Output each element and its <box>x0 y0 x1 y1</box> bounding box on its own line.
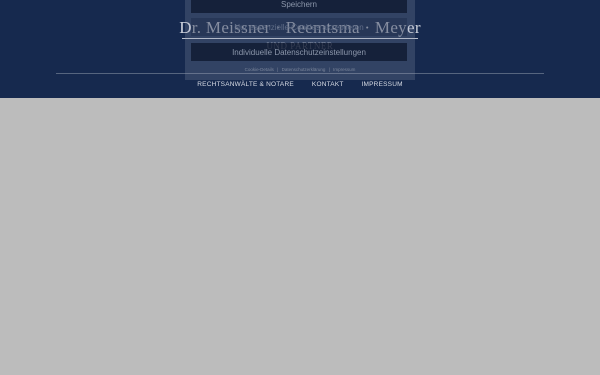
save-button[interactable]: Speichern <box>191 0 407 13</box>
nav-item-impressum[interactable]: IMPRESSUM <box>362 81 403 88</box>
nav-item-rechtsanwaelte-notare[interactable]: RECHTSANWÄLTE & NOTARE <box>197 81 294 88</box>
consent-links: Cookie-Details | Datenschutzerklärung | … <box>185 67 415 72</box>
main-nav: RECHTSANWÄLTE & NOTARE KONTAKT IMPRESSUM <box>0 81 600 88</box>
accept-essential-button[interactable]: Nur essenzielle Cookies akzeptieren <box>191 18 407 36</box>
imprint-link[interactable]: Impressum <box>333 67 355 72</box>
link-separator: | <box>277 67 279 72</box>
nav-item-kontakt[interactable]: KONTAKT <box>312 81 344 88</box>
page-content-area <box>0 98 600 375</box>
individual-privacy-settings-button[interactable]: Individuelle Datenschutzeinstellungen <box>191 43 407 61</box>
cookie-details-link[interactable]: Cookie-Details <box>245 67 274 72</box>
privacy-policy-link[interactable]: Datenschutzerklärung <box>282 67 326 72</box>
link-separator: | <box>328 67 330 72</box>
cookie-consent-panel: Speichern Nur essenzielle Cookies akzept… <box>185 0 415 80</box>
